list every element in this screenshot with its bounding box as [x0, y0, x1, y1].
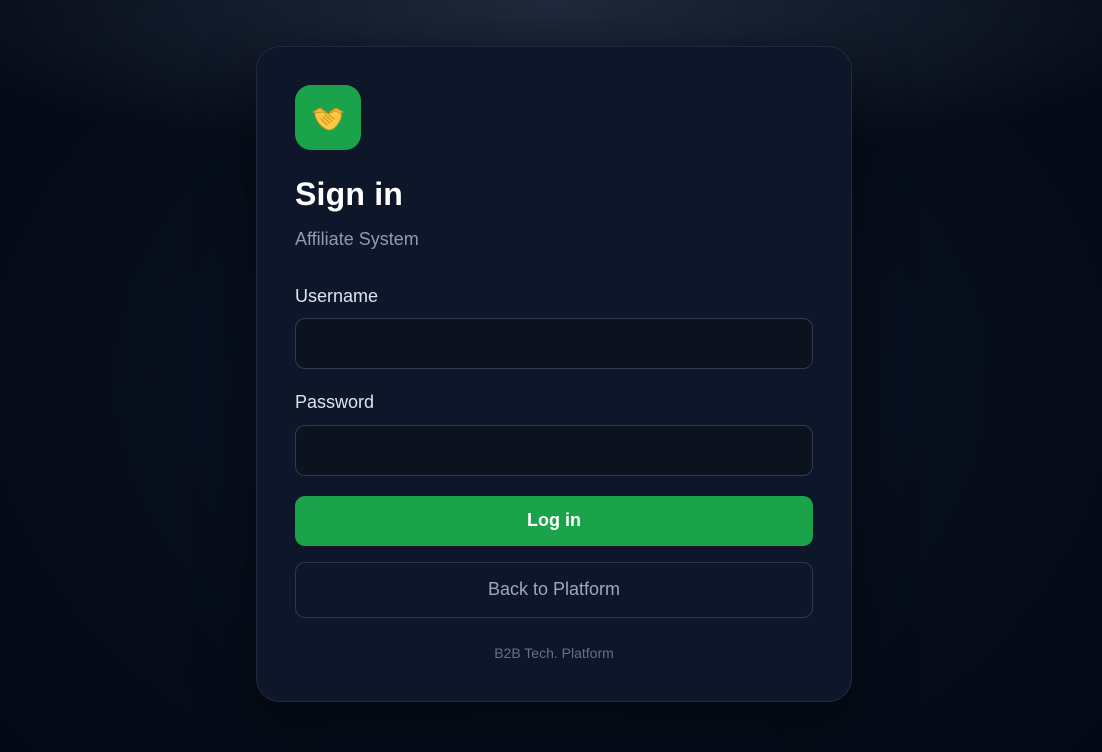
username-label: Username — [295, 285, 379, 306]
footer-text: B2B Tech. Platform — [494, 644, 614, 661]
app-logo — [295, 85, 361, 150]
back-to-platform-button[interactable]: Back to Platform — [295, 561, 813, 618]
password-label: Password — [295, 392, 375, 413]
page-title: Sign in — [295, 176, 404, 212]
page-subtitle: Affiliate System — [295, 229, 419, 250]
password-input[interactable] — [295, 424, 813, 476]
login-card: Sign in Affiliate System Username Passwo… — [256, 46, 852, 702]
login-button[interactable]: Log in — [295, 495, 813, 546]
handshake-icon — [311, 106, 345, 130]
username-input[interactable] — [295, 318, 813, 370]
